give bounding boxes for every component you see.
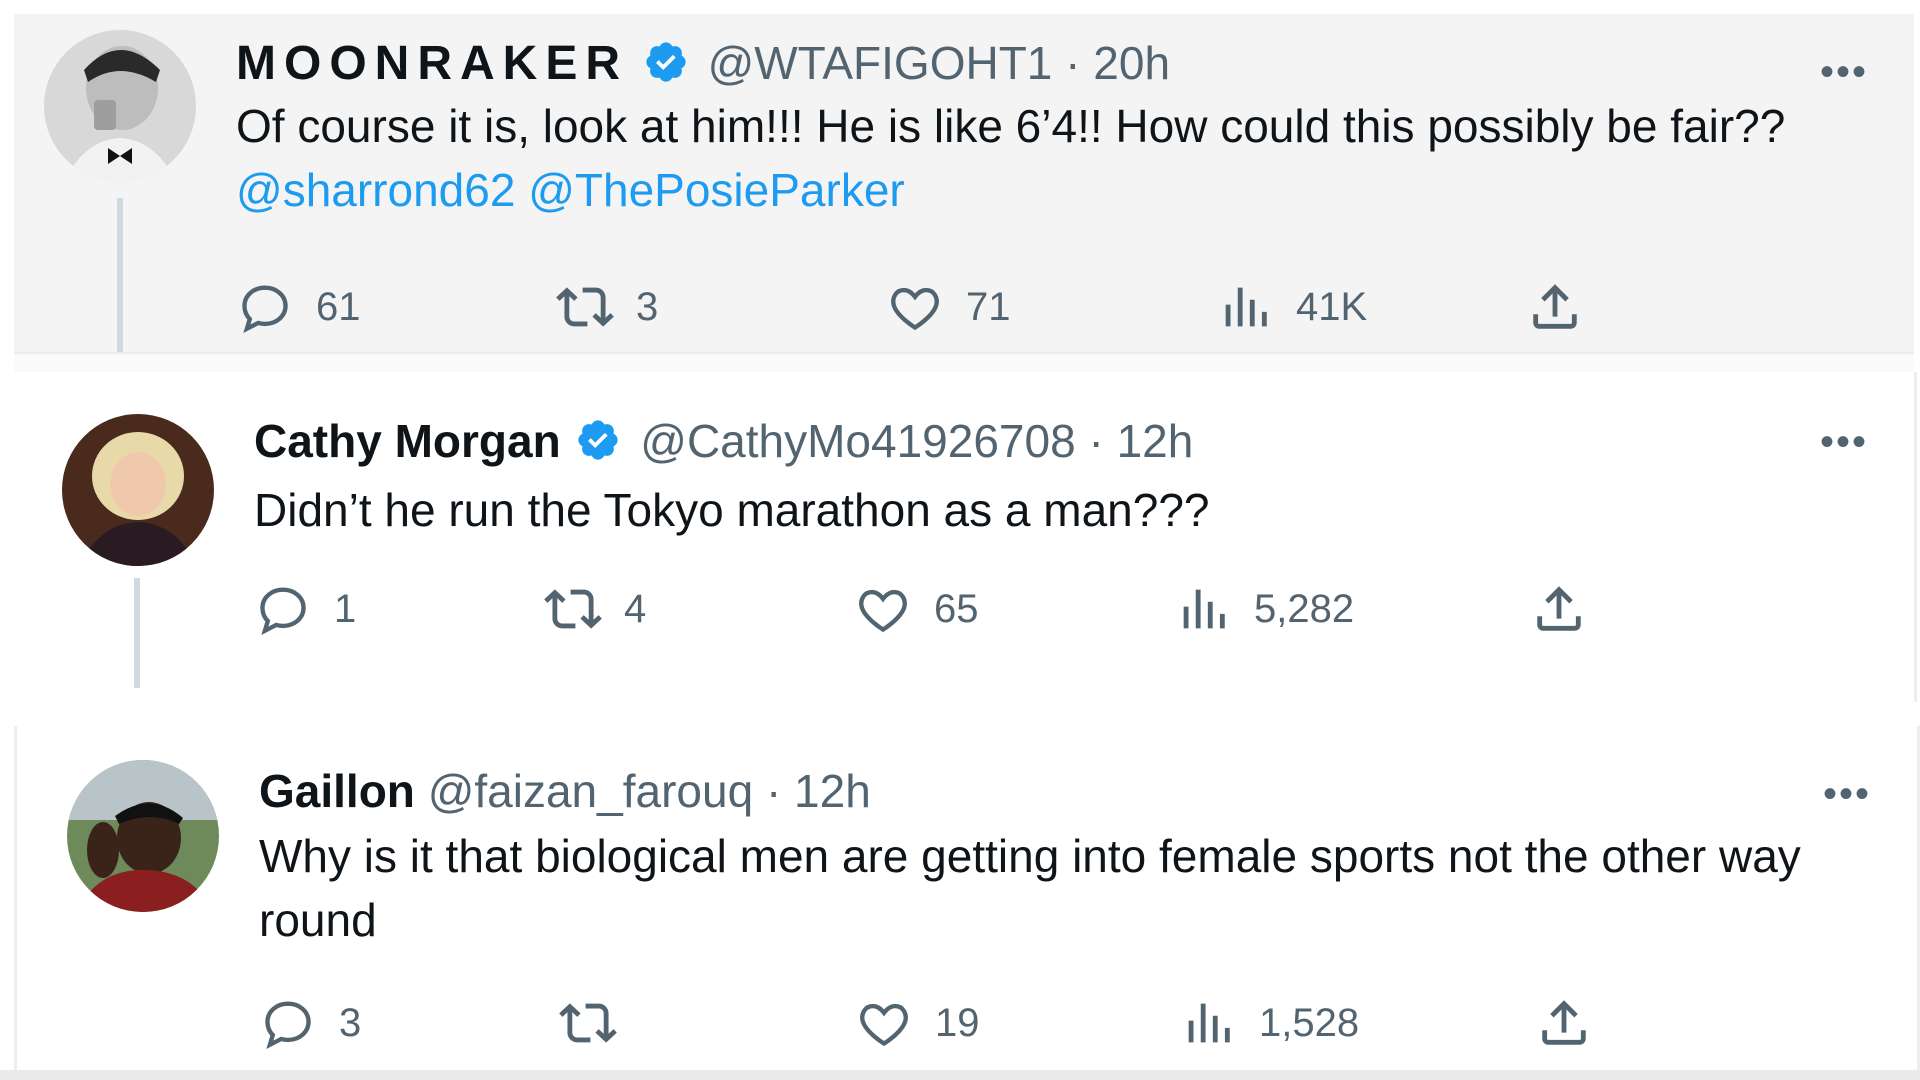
retweet-button[interactable]: 3	[556, 278, 658, 336]
avatar[interactable]	[62, 414, 214, 566]
views-count: 5,282	[1254, 586, 1355, 631]
share-button[interactable]	[1535, 994, 1593, 1052]
views-icon	[1179, 994, 1237, 1052]
share-icon	[1535, 994, 1593, 1052]
retweet-count: 3	[636, 284, 659, 329]
reply-button[interactable]: 61	[236, 278, 361, 336]
heart-icon	[854, 580, 912, 638]
share-icon	[1530, 580, 1588, 638]
reply-icon	[259, 994, 317, 1052]
tweet-cathy-morgan[interactable]: Cathy Morgan @CathyMo41926708 · 12h ••• …	[14, 372, 1917, 702]
like-button[interactable]: 71	[886, 278, 1011, 336]
tweet-text: Why is it that biological men are gettin…	[259, 824, 1879, 952]
retweet-button[interactable]: 4	[544, 580, 646, 638]
tweet-header: MOONRAKER @WTAFIGOHT1 · 20h	[236, 34, 1170, 98]
timestamp[interactable]: 20h	[1093, 37, 1170, 89]
tweet-body: Why is it that biological men are gettin…	[259, 830, 1801, 946]
display-name[interactable]: Cathy Morgan	[254, 415, 561, 467]
tweet-gaillon[interactable]: Gaillon @faizan_farouq · 12h ••• Why is …	[14, 726, 1920, 1070]
reply-count: 1	[334, 586, 357, 631]
retweet-icon	[556, 278, 614, 336]
views-button[interactable]: 5,282	[1174, 580, 1354, 638]
tweet-header: Cathy Morgan @CathyMo41926708 · 12h	[254, 412, 1193, 476]
retweet-button[interactable]	[559, 994, 639, 1052]
share-icon	[1526, 278, 1584, 336]
like-button[interactable]: 65	[854, 580, 979, 638]
separator: ·	[765, 765, 782, 817]
action-bar: 1 4 65 5,282	[254, 580, 1654, 640]
action-bar: 3 19 1,528	[259, 994, 1659, 1054]
views-count: 1,528	[1259, 1000, 1360, 1045]
separator: ·	[1065, 37, 1081, 89]
bottom-divider	[0, 1070, 1920, 1080]
avatar[interactable]	[44, 30, 196, 182]
tweet-text: Of course it is, look at him!!! He is li…	[236, 94, 1856, 222]
display-name[interactable]: MOONRAKER	[236, 37, 628, 90]
handle[interactable]: @CathyMo41926708	[640, 415, 1075, 467]
reply-icon	[236, 278, 294, 336]
more-options-icon[interactable]: •••	[1820, 52, 1868, 92]
more-options-icon[interactable]: •••	[1823, 774, 1871, 814]
divider	[14, 352, 1914, 374]
tweet-body: Of course it is, look at him!!! He is li…	[236, 100, 1786, 152]
views-count: 41K	[1296, 284, 1368, 329]
separator: ·	[1088, 415, 1104, 467]
share-button[interactable]	[1530, 580, 1588, 638]
tweet-header: Gaillon @faizan_farouq · 12h	[259, 762, 871, 820]
verified-badge-icon	[643, 39, 689, 98]
thread-line	[134, 578, 140, 688]
mention-link[interactable]: @sharrond62	[236, 164, 515, 216]
like-button[interactable]: 19	[855, 994, 980, 1052]
heart-icon	[886, 278, 944, 336]
like-count: 65	[934, 586, 979, 631]
tweet-text: Didn’t he run the Tokyo marathon as a ma…	[254, 478, 1874, 542]
handle[interactable]: @WTAFIGOHT1	[708, 37, 1053, 89]
like-count: 71	[966, 284, 1011, 329]
views-icon	[1216, 278, 1274, 336]
reply-button[interactable]: 1	[254, 580, 356, 638]
verified-badge-icon	[575, 417, 621, 476]
views-button[interactable]: 41K	[1216, 278, 1367, 336]
tweet-moonraker[interactable]: MOONRAKER @WTAFIGOHT1 · 20h ••• Of cours…	[14, 14, 1914, 352]
reply-count: 3	[339, 1000, 362, 1045]
display-name[interactable]: Gaillon	[259, 765, 415, 817]
thread-line	[117, 198, 123, 352]
more-options-icon[interactable]: •••	[1820, 422, 1868, 462]
like-count: 19	[935, 1000, 980, 1045]
retweet-count: 4	[624, 586, 647, 631]
reply-icon	[254, 580, 312, 638]
retweet-icon	[544, 580, 602, 638]
reply-count: 61	[316, 284, 361, 329]
reply-button[interactable]: 3	[259, 994, 361, 1052]
timestamp[interactable]: 12h	[794, 765, 871, 817]
mention-link[interactable]: @ThePosieParker	[528, 164, 905, 216]
tweet-body: Didn’t he run the Tokyo marathon as a ma…	[254, 484, 1210, 536]
heart-icon	[855, 994, 913, 1052]
views-icon	[1174, 580, 1232, 638]
timestamp[interactable]: 12h	[1117, 415, 1194, 467]
views-button[interactable]: 1,528	[1179, 994, 1359, 1052]
retweet-icon	[559, 994, 617, 1052]
handle[interactable]: @faizan_farouq	[428, 765, 753, 817]
avatar[interactable]	[67, 760, 219, 912]
share-button[interactable]	[1526, 278, 1584, 336]
action-bar: 61 3 71 41K	[236, 278, 1636, 338]
